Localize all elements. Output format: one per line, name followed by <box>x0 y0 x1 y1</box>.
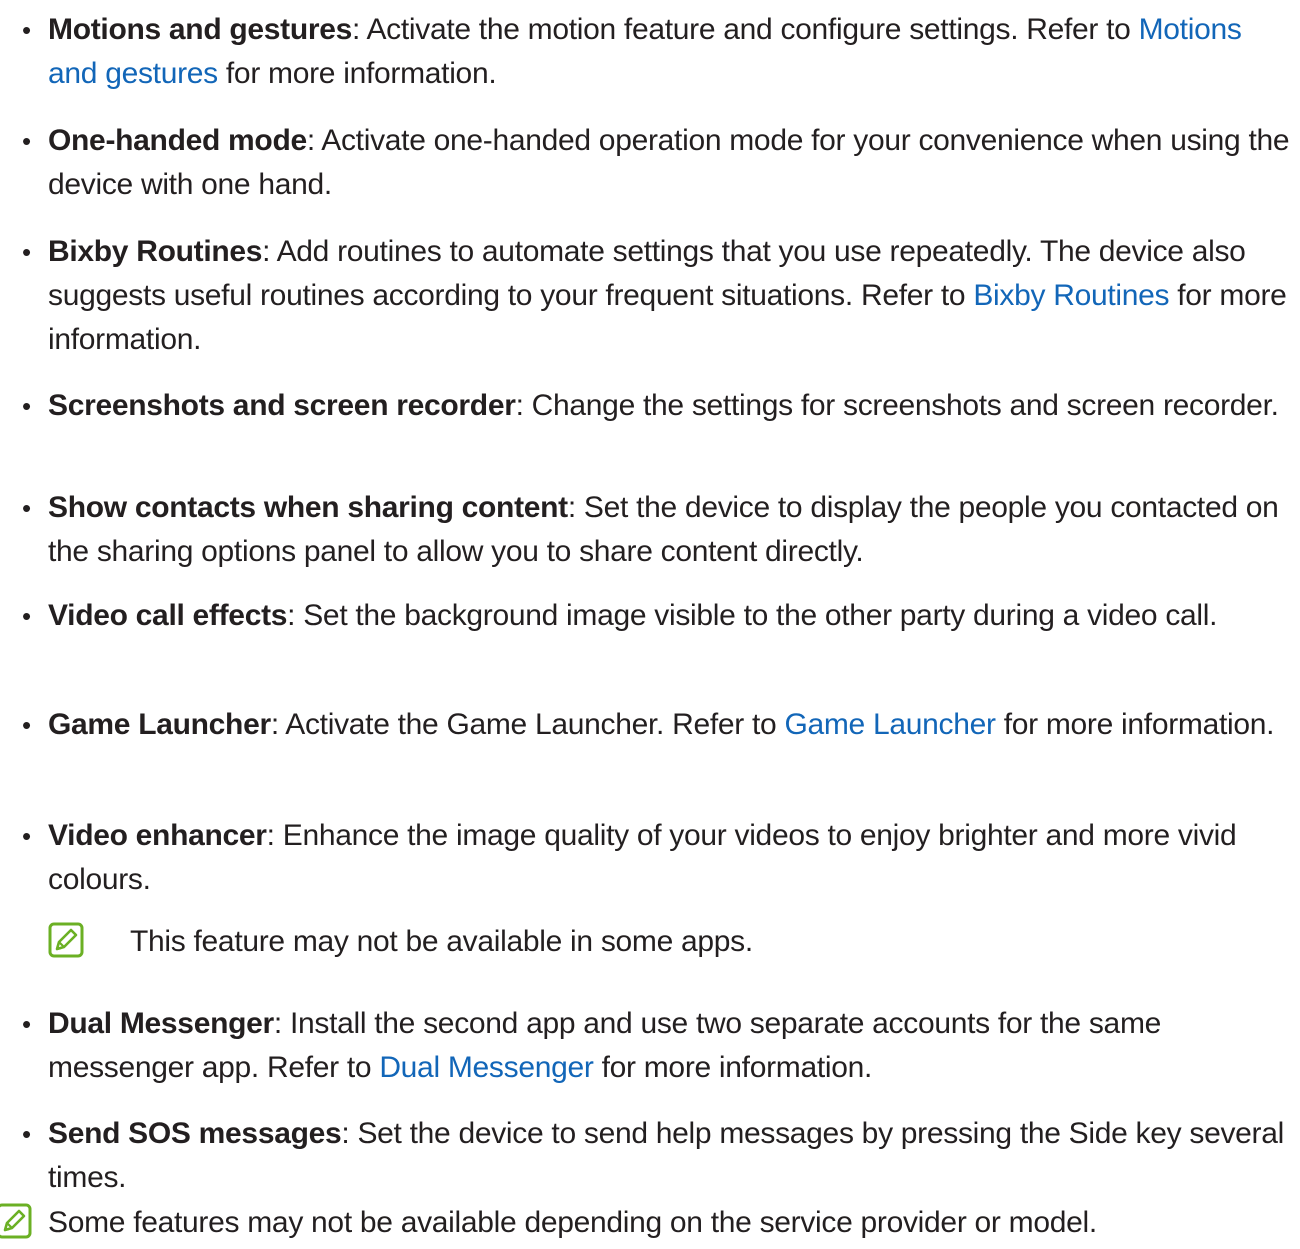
item-title: Motions and gestures <box>48 13 353 46</box>
bullet: • <box>22 15 32 45</box>
item-title: Screenshots and screen recorder <box>48 389 516 422</box>
item-title: Video call effects <box>48 599 288 632</box>
item-title: Dual Messenger <box>48 1007 274 1040</box>
bullet: • <box>22 821 32 851</box>
item-text: Send SOS messages: Set the device to sen… <box>48 1117 1284 1194</box>
bullet: • <box>22 601 32 631</box>
bullet: • <box>22 1119 32 1149</box>
item-text: Game Launcher: Activate the Game Launche… <box>48 708 1275 741</box>
bullet: • <box>22 710 32 740</box>
item-title: One-handed mode <box>48 124 307 157</box>
bullet: • <box>22 1009 32 1039</box>
item-title: Video enhancer <box>48 819 267 852</box>
bullet: • <box>22 391 32 421</box>
item-title: Game Launcher <box>48 708 271 741</box>
item-text: Video enhancer: Enhance the image qualit… <box>48 819 1237 896</box>
item-title: Show contacts when sharing content <box>48 491 568 524</box>
link-bixby-routines[interactable]: Bixby Routines <box>973 279 1169 312</box>
note-text: This feature may not be available in som… <box>130 925 753 958</box>
document-page: • Motions and gestures: Activate the mot… <box>0 0 1300 1249</box>
item-title: Send SOS messages <box>48 1117 342 1150</box>
item-text: One-handed mode: Activate one-handed ope… <box>48 124 1290 201</box>
note-pencil-icon <box>0 1203 32 1239</box>
item-text: Dual Messenger: Install the second app a… <box>48 1007 1162 1084</box>
item-text: Screenshots and screen recorder: Change … <box>48 389 1279 422</box>
link-dual-messenger[interactable]: Dual Messenger <box>379 1051 594 1084</box>
link-game-launcher[interactable]: Game Launcher <box>784 708 996 741</box>
item-text: Bixby Routines: Add routines to automate… <box>48 235 1287 356</box>
bullet: • <box>22 126 32 156</box>
item-text: Show contacts when sharing content: Set … <box>48 491 1279 568</box>
bullet: • <box>22 237 32 267</box>
footer-note-text: Some features may not be available depen… <box>48 1206 1097 1239</box>
bullet: • <box>22 493 32 523</box>
item-text: Video call effects: Set the background i… <box>48 599 1218 632</box>
item-text: Motions and gestures: Activate the motio… <box>48 13 1242 90</box>
note-pencil-icon <box>48 922 84 958</box>
item-title: Bixby Routines <box>48 235 263 268</box>
